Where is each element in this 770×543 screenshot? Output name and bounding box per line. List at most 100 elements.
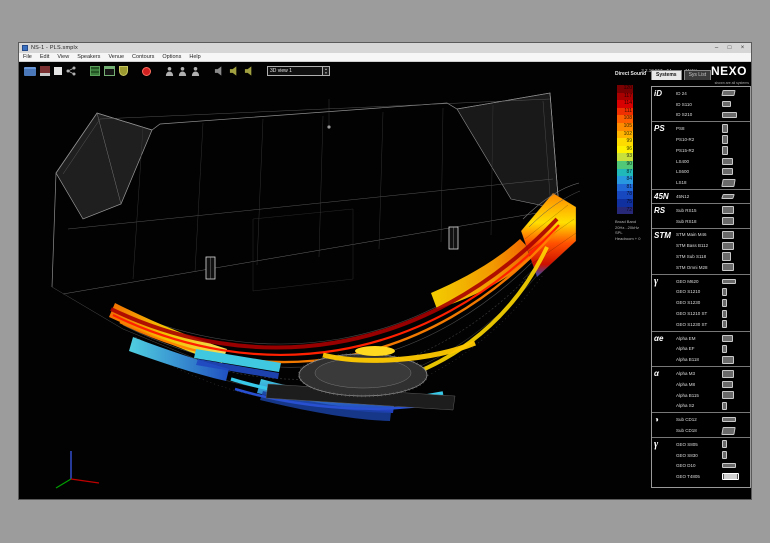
speaker-thumbnail-icon <box>722 335 733 342</box>
speaker-thumbnail-icon <box>722 402 727 410</box>
menu-item-file[interactable]: File <box>23 54 32 60</box>
brand-logo-α: α <box>654 369 674 378</box>
speaker-thumbnail-icon <box>721 427 735 435</box>
view-selector-spinner[interactable]: ▲▼ <box>323 66 330 76</box>
system-row[interactable]: GEO S1230 ST <box>652 319 750 330</box>
system-row[interactable]: GEO S1230 <box>652 297 750 308</box>
system-label: GEO S1230 <box>676 300 720 305</box>
speaker-thumbnail-icon <box>722 135 728 144</box>
speaker-thumbnail-icon <box>722 356 734 364</box>
close-button[interactable]: × <box>736 43 749 53</box>
app-icon <box>22 45 28 51</box>
system-row[interactable]: Alpha B115 <box>652 390 750 401</box>
system-label: STM Bass B112 <box>676 243 720 248</box>
system-row[interactable]: LS600 <box>652 167 750 178</box>
legend-block-117: 117 <box>617 93 633 101</box>
stop-icon[interactable] <box>54 66 62 77</box>
system-row[interactable]: GEO S830 <box>652 450 750 461</box>
legend-block-120: 120 <box>617 85 633 93</box>
system-row[interactable]: Alpha S2 <box>652 401 750 412</box>
brand-logo-45N: 45N <box>654 192 674 201</box>
view-selector[interactable]: 3D view 1 <box>267 66 323 76</box>
system-row[interactable]: STM Sub S118 <box>652 251 750 262</box>
venue-window-icon[interactable] <box>104 66 115 77</box>
system-label: PS10-R2 <box>676 137 720 142</box>
system-row[interactable]: GEO S1210 ST <box>652 308 750 319</box>
speaker-thumbnail-icon <box>722 320 727 328</box>
system-row[interactable]: Alpha B118 <box>652 354 750 365</box>
speaker-thumbnail-icon <box>722 242 734 250</box>
speaker-thumbnail-icon <box>722 263 734 271</box>
menu-item-contours[interactable]: Contours <box>132 54 154 60</box>
brand-logo-γ: γ <box>654 277 674 286</box>
system-row[interactable]: GEO T4805 <box>652 471 750 482</box>
system-group: STMSTM Main M46STM Bass B112STM Sub S118… <box>652 228 750 274</box>
system-row[interactable]: PS15-R2 <box>652 145 750 156</box>
system-label: PS8 <box>676 126 720 131</box>
system-label: STM Sub S118 <box>676 254 720 259</box>
speaker-thumbnail-icon <box>722 299 727 307</box>
menu-item-options[interactable]: Options <box>162 54 181 60</box>
speaker-mute-icon[interactable] <box>214 66 225 77</box>
system-row[interactable]: GEO S1210 <box>652 287 750 298</box>
system-group: αAlpha M3 Alpha M8 Alpha B115 Alpha S2 <box>652 366 750 412</box>
main-area: 3D view 1▲▼ 3.2.12 557 - 64 Meter NEXO <box>19 62 751 499</box>
system-label: GEO S1210 ST <box>676 311 720 316</box>
system-row[interactable]: ID S110 <box>652 99 750 110</box>
system-label: Sub CD12 <box>676 417 720 422</box>
minimize-button[interactable]: – <box>710 43 723 53</box>
system-row[interactable]: GEO D10 <box>652 461 750 472</box>
system-row[interactable]: Alpha M8 <box>652 379 750 390</box>
app-window: NS-1 - PLS.smplx – □ × File Edit View Speak… <box>18 42 752 500</box>
system-row[interactable]: PS10-R2 <box>652 134 750 145</box>
menu-item-venue[interactable]: Venue <box>108 54 124 60</box>
maximize-button[interactable]: □ <box>723 43 736 53</box>
title-bar[interactable]: NS-1 - PLS.smplx – □ × <box>19 43 751 53</box>
listener-icon-3[interactable] <box>191 66 200 77</box>
system-group: αeAlpha EMAlpha EFAlpha B118 <box>652 331 750 366</box>
listener-icon-2[interactable] <box>178 66 187 77</box>
system-label: Alpha B118 <box>676 357 720 362</box>
speaker-thumbnail-icon <box>722 146 728 155</box>
system-label: Alpha M8 <box>676 382 720 387</box>
menu-item-help[interactable]: Help <box>189 54 200 60</box>
speaker-thumbnail-icon <box>722 370 734 378</box>
legend-block-84: 84 <box>617 176 633 184</box>
shield-icon[interactable] <box>119 66 128 77</box>
system-row[interactable]: STM Omni M28 <box>652 262 750 273</box>
legend-block-105: 105 <box>617 123 633 131</box>
systems-sidebar: Systems Sys List shown are all systems i… <box>651 70 751 494</box>
listener-icon-1[interactable] <box>165 66 174 77</box>
system-row[interactable]: Sub RS18 <box>652 216 750 227</box>
record-icon[interactable] <box>142 66 151 77</box>
legend-block-90: 90 <box>617 161 633 169</box>
system-row[interactable]: ID S210 <box>652 110 750 121</box>
system-row[interactable]: LS400 <box>652 156 750 167</box>
speaker-thumbnail-icon <box>722 101 731 107</box>
system-row[interactable]: STM Bass B112 <box>652 240 750 251</box>
brand-logo-γ: γ <box>654 440 674 449</box>
system-row[interactable]: Alpha EF <box>652 344 750 355</box>
system-label: GEO M620 <box>676 279 720 284</box>
speaker-thumbnail-icon <box>722 440 727 448</box>
tab-systems[interactable]: Systems <box>651 70 682 80</box>
speaker-icon-2[interactable] <box>244 66 255 77</box>
system-row[interactable]: Sub CD18 <box>652 425 750 436</box>
system-row[interactable]: LS18 <box>652 177 750 188</box>
system-label: Alpha S2 <box>676 403 720 408</box>
speaker-icon-1[interactable] <box>229 66 240 77</box>
open-folder-icon[interactable] <box>24 66 36 77</box>
menu-item-speakers[interactable]: Speakers <box>77 54 100 60</box>
system-label: ID S210 <box>676 112 720 117</box>
system-label: Alpha M3 <box>676 371 720 376</box>
menu-item-edit[interactable]: Edit <box>40 54 49 60</box>
menu-item-view[interactable]: View <box>57 54 69 60</box>
tab-sys-list[interactable]: Sys List <box>684 70 712 80</box>
save-icon[interactable] <box>40 66 50 77</box>
grid-icon[interactable] <box>90 66 100 77</box>
system-label: ID S110 <box>676 102 720 107</box>
speaker-thumbnail-icon <box>722 217 734 225</box>
speaker-thumbnail-icon <box>722 417 736 422</box>
3d-viewport[interactable] <box>23 79 613 491</box>
share-icon[interactable] <box>66 66 76 77</box>
